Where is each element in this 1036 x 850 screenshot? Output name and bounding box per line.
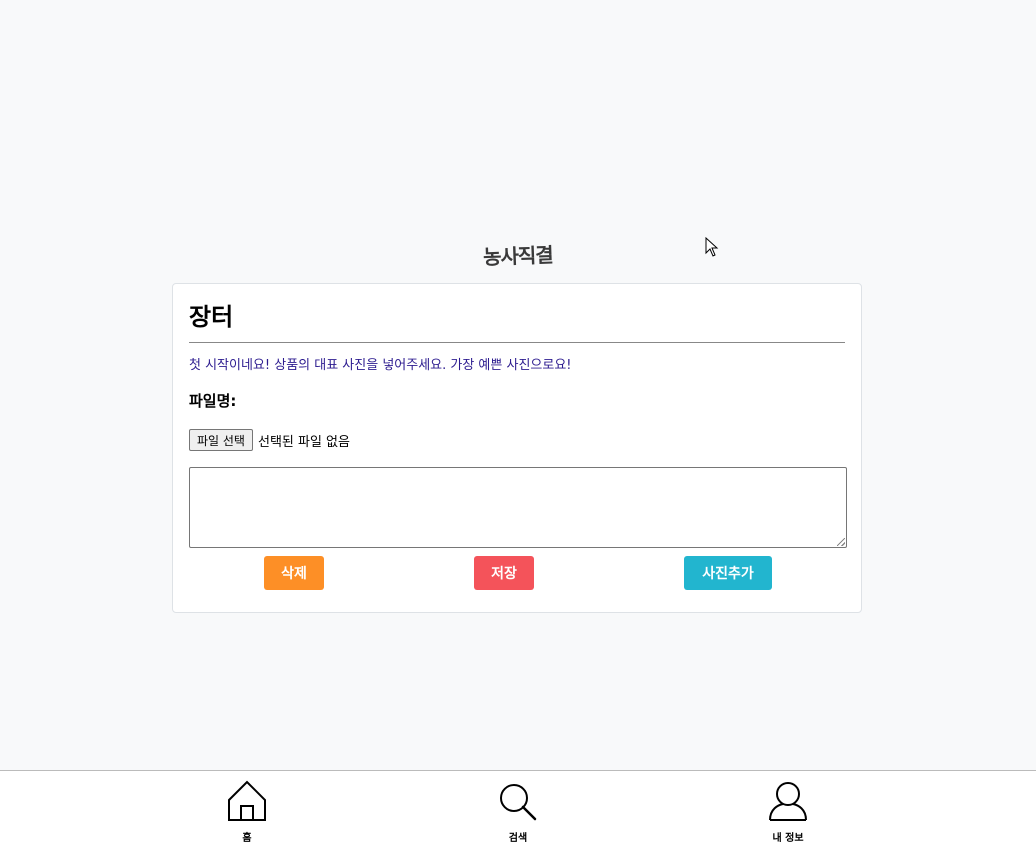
user-icon: [769, 782, 807, 821]
home-icon: [228, 780, 266, 821]
nav-label-home: 홈: [242, 833, 252, 844]
resize-grip-icon[interactable]: [837, 538, 845, 546]
nav-item-search[interactable]: 검색: [478, 779, 558, 844]
add-photo-button[interactable]: 사진추가: [684, 556, 772, 590]
guide-text: 첫 시작이네요! 상품의 대표 사진을 넣어주세요. 가장 예쁜 사진으로요!: [189, 358, 572, 373]
file-name-label: 파일명:: [189, 392, 237, 410]
logo-text: 농사직결: [482, 242, 554, 270]
save-button[interactable]: 저장: [474, 556, 534, 590]
file-input: 파일 선택 선택된 파일 없음: [189, 429, 845, 451]
logo: 농사직결: [0, 240, 1036, 270]
page: 농사직결 장터 첫 시작이네요! 상품의 대표 사진을 넣어주세요. 가장 예쁜…: [0, 0, 1036, 850]
mouse-cursor-icon: [705, 236, 719, 261]
nav-item-home[interactable]: 홈: [207, 779, 287, 844]
search-icon: [500, 784, 537, 821]
bottom-nav: 홈 검색 내 정보: [0, 770, 1036, 850]
page-title: 장터: [189, 300, 845, 343]
nav-item-my-info[interactable]: 내 정보: [748, 779, 828, 844]
choose-file-button[interactable]: 파일 선택: [189, 429, 253, 451]
market-card: 장터 첫 시작이네요! 상품의 대표 사진을 넣어주세요. 가장 예쁜 사진으로…: [172, 283, 862, 613]
delete-button[interactable]: 삭제: [264, 556, 324, 590]
nav-label-my-info: 내 정보: [772, 833, 804, 844]
file-status-text: 선택된 파일 없음: [257, 434, 350, 450]
description-textarea[interactable]: [189, 467, 847, 548]
action-buttons: 삭제 저장 사진추가: [189, 556, 845, 590]
nav-label-search: 검색: [508, 833, 528, 844]
